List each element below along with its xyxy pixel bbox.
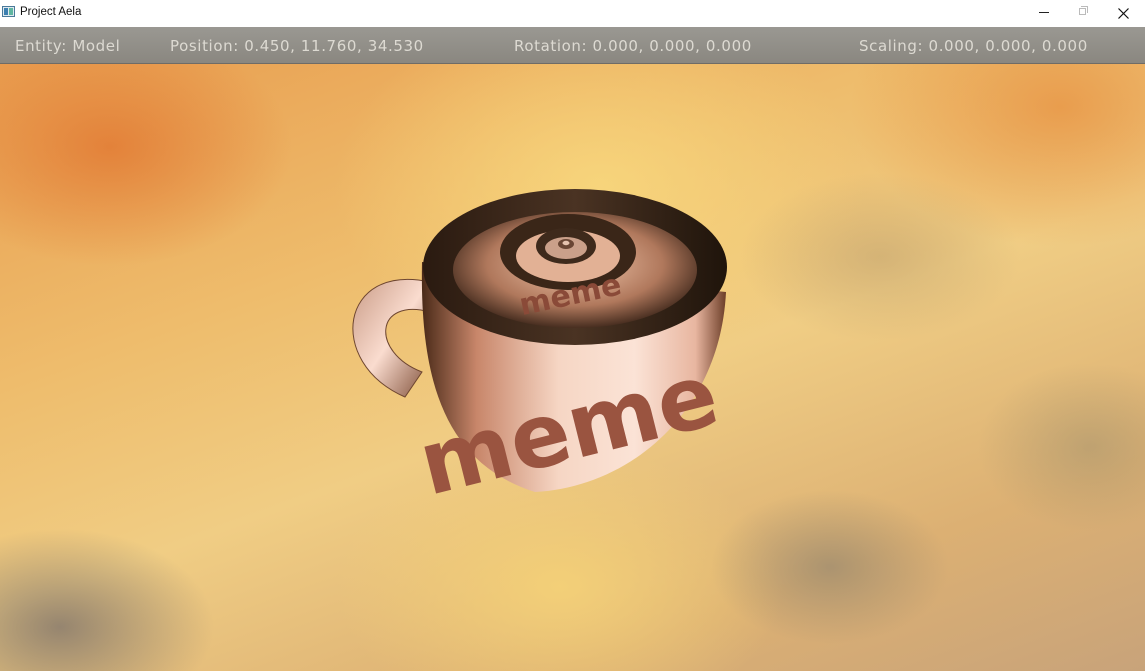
close-icon (1118, 8, 1129, 19)
close-button[interactable] (1103, 0, 1143, 27)
restore-button[interactable] (1063, 0, 1103, 27)
window-title: Project Aela (20, 6, 82, 18)
title-bar[interactable]: Project Aela (0, 0, 1145, 27)
mug-model[interactable]: meme meme (330, 172, 740, 522)
rotation-readout: Rotation: 0.000, 0.000, 0.000 (514, 37, 752, 55)
restore-icon (1079, 6, 1088, 15)
minimize-icon (1039, 12, 1049, 13)
position-readout: Position: 0.450, 11.760, 34.530 (170, 37, 424, 55)
app-icon (2, 6, 15, 17)
entity-label: Entity: Model (15, 37, 121, 55)
minimize-button[interactable] (1023, 0, 1063, 27)
render-viewport[interactable]: Entity: Model Position: 0.450, 11.760, 3… (0, 27, 1145, 671)
entity-info-bar: Entity: Model Position: 0.450, 11.760, 3… (0, 27, 1145, 64)
scaling-readout: Scaling: 0.000, 0.000, 0.000 (859, 37, 1088, 55)
